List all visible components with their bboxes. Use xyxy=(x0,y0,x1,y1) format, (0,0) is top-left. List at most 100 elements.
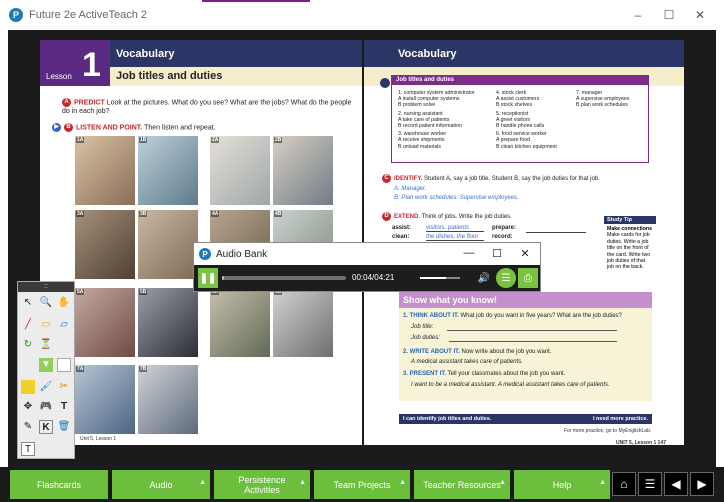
audio-minimize-button[interactable]: — xyxy=(462,247,476,259)
audio-menu-arrow-icon: ▲ xyxy=(199,479,206,486)
study-tip: Study Tip Make connections Make cards for… xyxy=(604,216,656,280)
audio-bank-window[interactable]: P Audio Bank — ☐ ✕ ❚❚ 00:04/04:21 🔊 ☰ ⎙ xyxy=(193,242,541,292)
keyboard-tool-icon[interactable]: K xyxy=(39,420,53,434)
color-swatch-icon[interactable] xyxy=(57,358,71,372)
photo-6b: 6B xyxy=(273,288,333,357)
game-tool-icon[interactable]: 🎮 xyxy=(39,400,53,414)
trash-tool-icon[interactable]: 🗑 xyxy=(57,420,71,434)
extend-instruction: D EXTEND. Think of jobs. Write the job du… xyxy=(382,212,602,221)
photo-2a: 2A xyxy=(210,136,270,205)
present-example: I want to be a medical assistant. A medi… xyxy=(411,382,610,388)
listen-title: LISTEN AND POINT. xyxy=(76,124,143,132)
print-icon[interactable]: ⎙ xyxy=(518,268,538,288)
prepare-label: prepare: xyxy=(492,225,517,231)
bottom-navigation: Flashcards Audio ▲ Persistence Activities… xyxy=(0,467,724,502)
help-menu-arrow-icon: ▲ xyxy=(599,479,606,486)
photo-5a: 5A xyxy=(75,288,135,357)
assist-answer[interactable]: visitors, patients xyxy=(426,225,484,232)
titlebar-accent xyxy=(202,0,310,2)
job-duties-field[interactable] xyxy=(449,341,617,342)
color-picker-icon[interactable]: ▼ xyxy=(39,358,53,372)
pointer-tool-icon[interactable]: ↖ xyxy=(21,296,35,310)
audio-button[interactable]: Audio ▲ xyxy=(112,470,210,499)
eraser-tool-icon[interactable]: ▱ xyxy=(57,318,71,332)
show-what-you-know: Show what you know! 1. THINK ABOUT IT. W… xyxy=(399,292,652,401)
team-projects-menu-arrow-icon: ▲ xyxy=(399,479,406,486)
team-projects-button[interactable]: Team Projects ▲ xyxy=(314,470,410,499)
present-it: 3. PRESENT IT. Tell your classmates abou… xyxy=(403,371,566,377)
menu-icon[interactable]: ☰ xyxy=(638,472,662,496)
help-button[interactable]: Help ▲ xyxy=(514,470,610,499)
identify-example-b: B: Plan work schedules. Supervise employ… xyxy=(394,195,519,201)
teacher-resources-button[interactable]: Teacher Resources ▲ xyxy=(414,470,510,499)
screenshot-tool-icon[interactable]: ✂ xyxy=(57,380,71,394)
badge-b: B xyxy=(64,123,73,132)
pause-button[interactable]: ❚❚ xyxy=(198,268,218,288)
vocabulary-header: Vocabulary xyxy=(110,40,362,67)
home-icon[interactable]: ⌂ xyxy=(612,472,636,496)
clean-answer[interactable]: the dishes, the floor xyxy=(426,234,484,241)
app-logo-icon: P xyxy=(9,8,23,22)
persistence-activities-button[interactable]: Persistence Activities ▲ xyxy=(214,470,310,499)
audio-bank-titlebar[interactable]: P Audio Bank — ☐ ✕ xyxy=(194,243,540,265)
vocabulary-header-right: Vocabulary xyxy=(364,40,684,67)
badge-a: A xyxy=(62,98,71,107)
play-audio-icon[interactable]: ▶ xyxy=(52,123,61,132)
paint-tool-icon[interactable]: 🖌 xyxy=(39,380,53,394)
edit-tool-icon[interactable]: ✎ xyxy=(21,420,35,434)
photo-7b: 7B xyxy=(138,365,198,434)
window-title: Future 2e ActiveTeach 2 xyxy=(29,9,148,21)
audio-seek-fill xyxy=(222,276,224,280)
text-tool-icon[interactable]: T xyxy=(57,400,71,414)
close-button[interactable]: ✕ xyxy=(692,8,708,22)
highlighter-tool-icon[interactable]: ▭ xyxy=(39,318,53,332)
pen-tool-icon[interactable]: ╱ xyxy=(21,318,35,332)
photo-7a: 7A xyxy=(75,365,135,434)
audio-restore-button[interactable]: ☐ xyxy=(490,247,504,260)
move-tool-icon[interactable]: ✥ xyxy=(21,400,35,414)
predict-title: PREDICT xyxy=(74,99,105,107)
previous-page-icon[interactable]: ◀ xyxy=(664,472,688,496)
flashcards-button[interactable]: Flashcards xyxy=(10,470,108,499)
palette-drag-handle[interactable]: :: xyxy=(18,282,74,292)
listen-text: Then listen and repeat. xyxy=(144,124,216,132)
photo-1a: 1A xyxy=(75,136,135,205)
photo-6a: 6A xyxy=(210,288,270,357)
job-title-label: Job title: xyxy=(411,324,434,330)
note-tool-icon[interactable]: ■ xyxy=(21,380,35,394)
audio-close-button[interactable]: ✕ xyxy=(518,247,532,260)
tool-palette[interactable]: :: ↖ 🔍 ✋ ╱ ▭ ▱ ↻ ⏳ ▼ ■ 🖌 ✂ ✥ 🎮 T ✎ K 🗑 T xyxy=(17,281,75,459)
right-page-footer: UNIT 5, Lesson 1 147 xyxy=(616,440,667,446)
audio-bank-logo-icon: P xyxy=(199,248,211,260)
audio-seek-track[interactable] xyxy=(222,276,346,280)
predict-text: Look at the pictures. What do you see? W… xyxy=(62,99,352,116)
audio-bank-title: Audio Bank xyxy=(216,248,268,260)
transcript-icon[interactable]: ☰ xyxy=(496,268,516,288)
minimize-button[interactable]: – xyxy=(630,8,646,22)
pan-tool-icon[interactable]: ✋ xyxy=(57,296,71,310)
page-subtitle: Job titles and duties xyxy=(110,67,362,86)
assist-label: assist: xyxy=(392,225,412,231)
job-list-col1: 1. computer system administrator A instal… xyxy=(398,90,475,150)
job-title-field[interactable] xyxy=(447,330,617,331)
text-box-tool-icon[interactable]: T xyxy=(21,442,35,456)
photo-3b: 3B xyxy=(138,210,198,279)
volume-slider[interactable] xyxy=(420,277,460,279)
timer-tool-icon[interactable]: ⏳ xyxy=(39,338,53,352)
job-list-col2: 4. stock clerk A assist customers B stock … xyxy=(496,90,557,150)
predict-instruction: A PREDICT Look at the pictures. What do y… xyxy=(62,98,352,116)
prepare-field[interactable] xyxy=(526,232,586,233)
maximize-button[interactable]: ☐ xyxy=(661,8,677,22)
zoom-tool-icon[interactable]: 🔍 xyxy=(39,296,53,310)
next-page-icon[interactable]: ▶ xyxy=(690,472,714,496)
identify-instruction: C IDENTIFY. Student A, say a job title. S… xyxy=(382,174,672,183)
job-titles-box-title: Job titles and duties xyxy=(392,76,648,85)
job-duties-label: Job duties: xyxy=(411,335,441,341)
undo-tool-icon[interactable]: ↻ xyxy=(21,338,35,352)
volume-fill xyxy=(420,277,446,279)
volume-icon[interactable]: 🔊 xyxy=(474,268,494,288)
photo-2b: 2B xyxy=(273,136,333,205)
audio-speaker-icon[interactable] xyxy=(380,78,390,88)
audio-time: 00:04/04:21 xyxy=(352,273,395,282)
lesson-label: Lesson xyxy=(46,72,72,81)
